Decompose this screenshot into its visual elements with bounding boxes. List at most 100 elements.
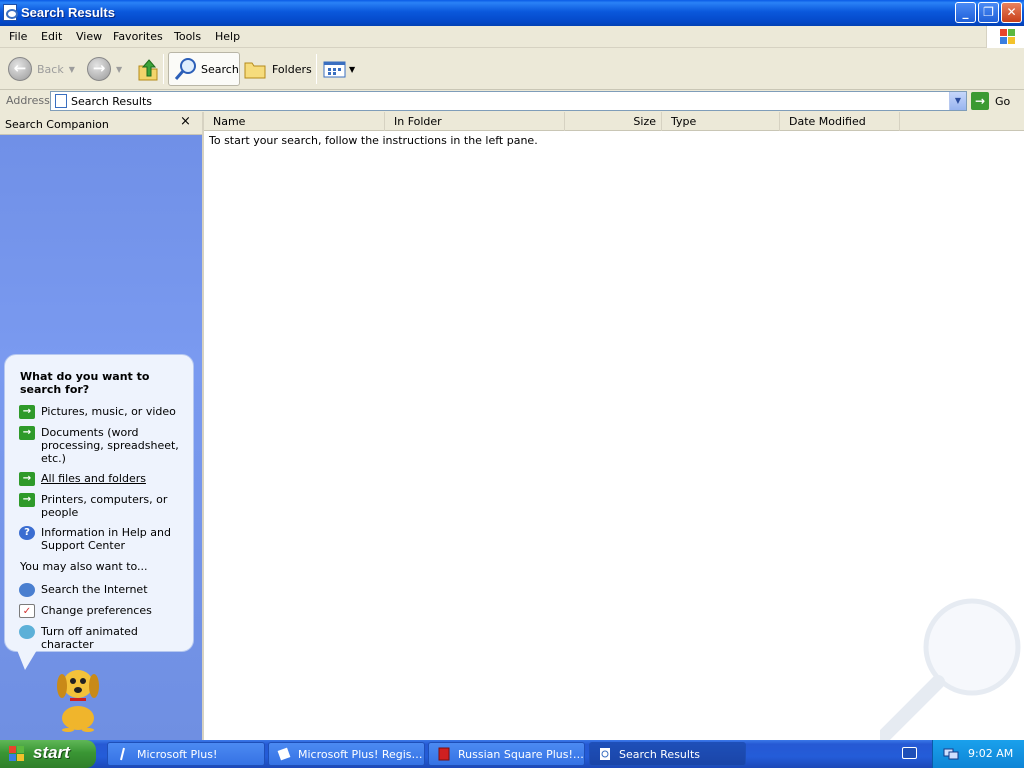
keyboard-icon[interactable] [902,747,917,759]
clock[interactable]: 9:02 AM [968,747,1013,760]
page-icon [600,748,610,760]
search-label: Search [201,62,239,76]
column-date-modified[interactable]: Date Modified [780,112,900,131]
task-russian-square[interactable]: Russian Square Plus! ... [428,742,585,766]
option-all-files[interactable]: → All files and folders [19,472,189,486]
green-arrow-icon: → [19,472,35,486]
up-button[interactable] [135,52,161,86]
option-label: All files and folders [41,472,146,485]
column-type[interactable]: Type [662,112,780,131]
address-value[interactable]: Search Results [71,95,152,108]
dog-character-icon[interactable] [48,660,108,732]
menu-file[interactable]: File [9,30,27,43]
option-label: Printers, computers, or people [41,493,168,519]
back-label: Back [37,62,64,76]
option-turn-off-character[interactable]: Turn off animated character [19,625,189,651]
system-tray: 9:02 AM [932,740,1024,768]
back-arrow-icon: ← [8,57,32,81]
views-icon [323,61,346,78]
go-button[interactable]: → Go [971,91,1010,111]
back-button[interactable]: ← Back ▼ [8,52,75,86]
toolbar-separator [316,54,317,84]
close-button[interactable]: ✕ [1001,2,1022,23]
search-companion-pane: Search Companion × What do you want to s… [0,112,202,740]
go-label: Go [995,94,1011,108]
search-options-balloon: What do you want to search for? → Pictur… [4,354,194,670]
windows-logo-icon [9,746,26,762]
menu-tools[interactable]: Tools [174,30,201,43]
menu-favorites[interactable]: Favorites [113,30,163,43]
game-icon [438,747,450,761]
globe-icon [19,583,35,597]
folders-button[interactable]: Folders [243,52,312,86]
folder-icon [244,62,266,79]
option-pictures[interactable]: → Pictures, music, or video [19,405,189,419]
option-help-center[interactable]: ? Information in Help and Support Center [19,526,189,552]
page-icon [55,94,67,108]
option-label: Turn off animated character [41,625,138,651]
option-change-preferences[interactable]: ✓ Change preferences [19,604,189,618]
menu-bar: File Edit View Favorites Tools Help [0,26,1024,48]
option-documents[interactable]: → Documents (word processing, spreadshee… [19,426,189,465]
option-label: Documents (word processing, spreadsheet,… [41,426,179,465]
green-arrow-icon: → [19,405,35,419]
network-icon[interactable] [943,746,959,761]
page-icon [3,4,18,21]
option-label: Information in Help and Support Center [41,526,171,552]
task-label: Search Results [619,747,701,761]
windows-logo-icon [986,26,1024,48]
help-icon: ? [19,526,35,540]
option-search-internet[interactable]: Search the Internet [19,583,189,597]
address-label: Address [6,94,50,107]
green-arrow-icon: → [19,426,35,440]
search-button[interactable]: Search [168,52,240,86]
restore-button[interactable]: ❐ [978,2,999,23]
folder-up-icon [138,59,158,81]
dog-character-icon [19,625,35,639]
option-label: Change preferences [41,604,152,617]
title-bar[interactable]: Search Results _ ❐ ✕ [0,0,1024,26]
search-magnifier-icon [174,58,196,80]
option-label: Search the Internet [41,583,148,596]
views-dropdown-icon[interactable]: ▼ [349,65,355,74]
address-dropdown-icon[interactable]: ▼ [949,92,966,110]
task-search-results[interactable]: Search Results [589,742,746,766]
green-arrow-icon: → [19,493,35,507]
task-label: Microsoft Plus! Regist... [298,747,424,761]
task-plus-registration[interactable]: Microsoft Plus! Regist... [268,742,425,766]
folders-label: Folders [272,62,312,76]
preferences-icon: ✓ [19,604,35,618]
go-arrow-icon: → [971,92,989,110]
forward-arrow-icon: → [87,57,111,81]
window-title: Search Results [21,5,115,20]
search-question: What do you want to search for? [20,370,150,396]
plus-icon [120,747,125,761]
address-bar: Address Search Results ▼ → Go [0,90,1024,112]
column-size[interactable]: Size [565,112,662,131]
start-button[interactable]: start [0,740,96,768]
task-microsoft-plus[interactable]: Microsoft Plus! [107,742,265,766]
column-header: Name In Folder Size Type Date Modified [204,112,1024,131]
balloon-tail [17,650,37,670]
back-dropdown-icon[interactable]: ▼ [69,65,75,74]
forward-dropdown-icon[interactable]: ▼ [116,65,122,74]
option-printers[interactable]: → Printers, computers, or people [19,493,189,519]
menu-view[interactable]: View [76,30,102,43]
column-name[interactable]: Name [204,112,385,131]
empty-results-message: To start your search, follow the instruc… [209,134,538,147]
minimize-button[interactable]: _ [955,2,976,23]
search-magnifier-icon [880,598,1021,740]
column-in-folder[interactable]: In Folder [385,112,565,131]
forward-button[interactable]: → ▼ [87,52,122,86]
close-icon[interactable]: × [180,114,191,129]
taskbar: start Microsoft Plus! Microsoft Plus! Re… [0,740,1024,768]
address-field[interactable]: Search Results ▼ [50,91,967,111]
menu-edit[interactable]: Edit [41,30,62,43]
menu-help[interactable]: Help [215,30,240,43]
pane-title: Search Companion [5,118,109,131]
results-pane: Name In Folder Size Type Date Modified T… [202,112,1024,740]
pane-header: Search Companion × [0,112,202,135]
option-label: Pictures, music, or video [41,405,176,418]
toolbar: ← Back ▼ → ▼ Search Folders ▼ [0,48,1024,90]
views-button[interactable]: ▼ [323,52,355,86]
